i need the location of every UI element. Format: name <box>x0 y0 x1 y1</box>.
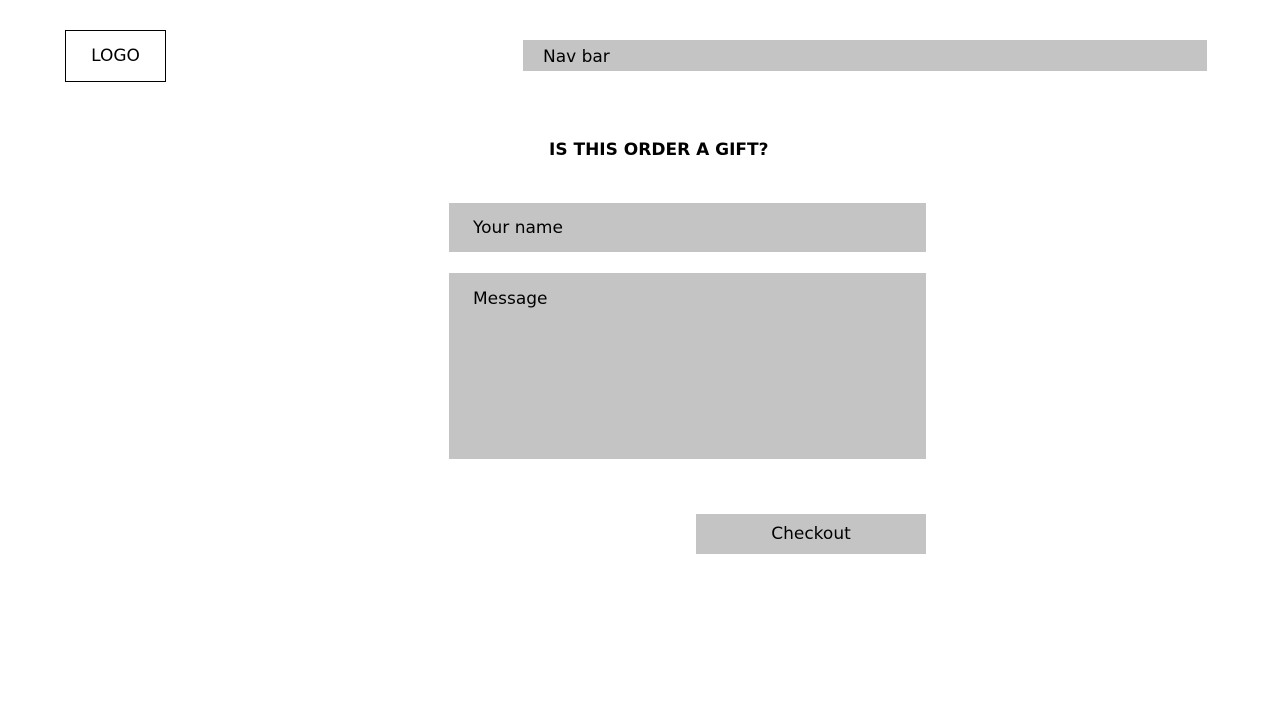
gift-order-page: LOGO Nav bar IS THIS ORDER A GIFT? Check… <box>0 0 1280 720</box>
nav-bar[interactable]: Nav bar <box>523 40 1207 71</box>
nav-bar-label: Nav bar <box>543 47 610 67</box>
logo-label: LOGO <box>91 46 140 66</box>
name-input[interactable] <box>449 203 926 252</box>
logo[interactable]: LOGO <box>65 30 166 82</box>
message-textarea[interactable] <box>449 273 926 459</box>
gift-question-heading: IS THIS ORDER A GIFT? <box>549 140 769 160</box>
checkout-button[interactable]: Checkout <box>696 514 926 554</box>
